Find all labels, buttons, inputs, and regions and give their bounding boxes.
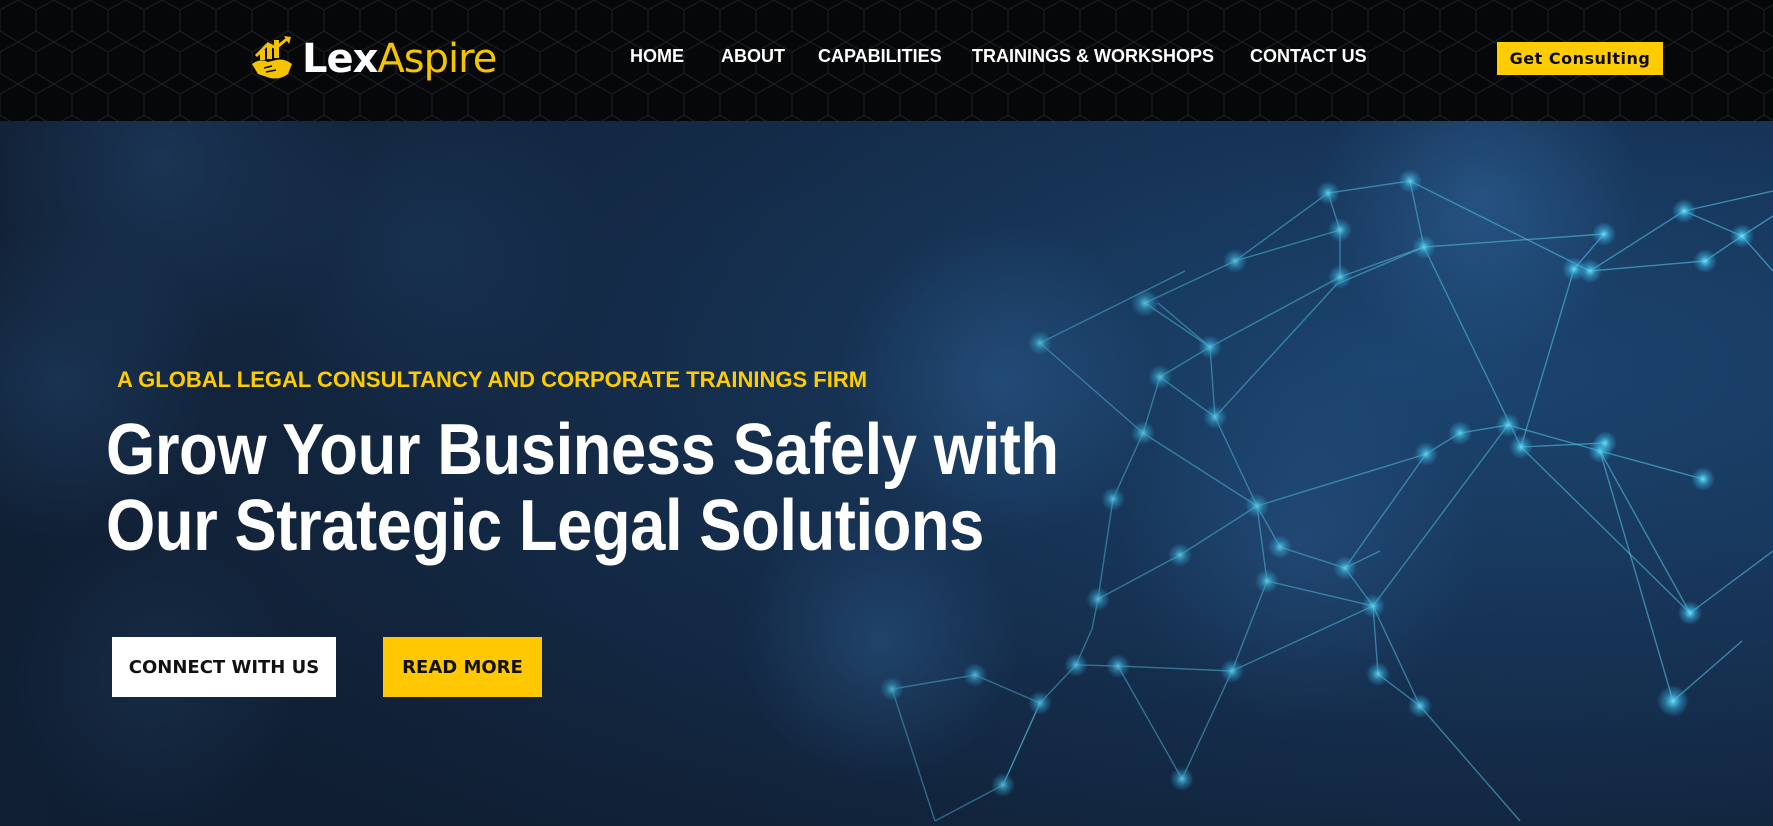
nav-item-home[interactable]: HOME xyxy=(630,46,684,67)
hero-headline: Grow Your Business Safely with Our Strat… xyxy=(106,412,1059,564)
hero-headline-line-2: Our Strategic Legal Solutions xyxy=(106,486,984,566)
site-header: LexAspire HOME ABOUT CAPABILITIES TRAINI… xyxy=(0,0,1773,121)
read-more-button[interactable]: READ MORE xyxy=(383,637,542,697)
get-consulting-button[interactable]: Get Consulting xyxy=(1497,42,1663,75)
nav-item-contact-us[interactable]: CONTACT US xyxy=(1250,46,1367,67)
hero-tagline: A GLOBAL LEGAL CONSULTANCY AND CORPORATE… xyxy=(117,367,868,392)
nav-item-capabilities[interactable]: CAPABILITIES xyxy=(818,46,942,67)
nav-item-about[interactable]: ABOUT xyxy=(721,46,785,67)
connect-with-us-button[interactable]: CONNECT WITH US xyxy=(112,637,336,697)
nav-item-trainings-workshops[interactable]: TRAININGS & WORKSHOPS xyxy=(972,46,1214,67)
hero-section: A GLOBAL LEGAL CONSULTANCY AND CORPORATE… xyxy=(0,121,1773,826)
hero-headline-line-1: Grow Your Business Safely with xyxy=(106,410,1059,490)
